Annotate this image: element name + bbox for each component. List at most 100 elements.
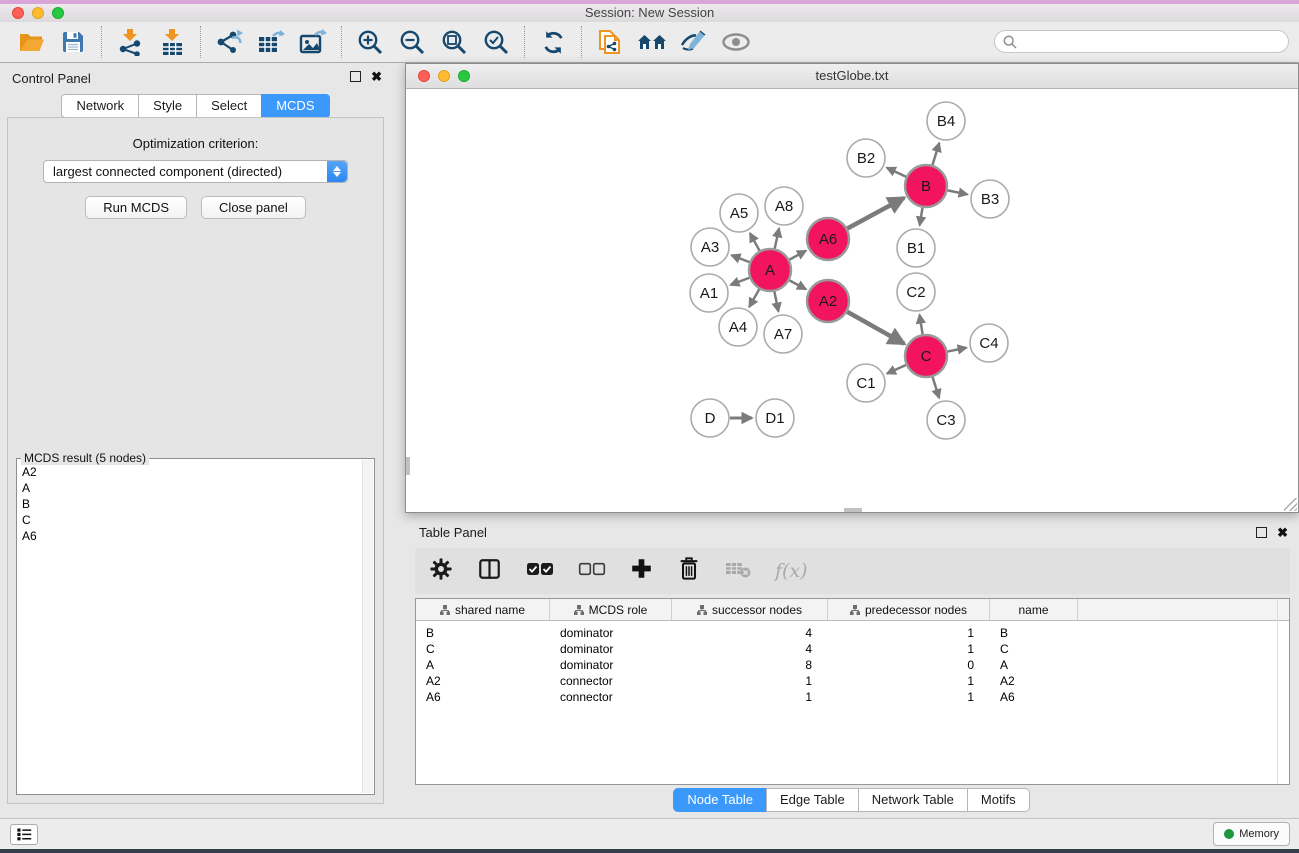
zoom-in-button[interactable]	[349, 25, 391, 59]
cell[interactable]: 0	[828, 658, 990, 672]
export-image-button[interactable]	[292, 25, 334, 59]
cell[interactable]: 1	[672, 690, 828, 704]
edge-C-C1[interactable]	[887, 365, 906, 374]
cell[interactable]: dominator	[550, 658, 672, 672]
insert-row-button[interactable]	[630, 557, 653, 585]
column-header-name[interactable]: name	[990, 599, 1078, 620]
network-window-titlebar[interactable]: testGlobe.txt	[406, 64, 1298, 89]
deselect-all-button[interactable]	[578, 562, 606, 581]
memory-button[interactable]: Memory	[1213, 822, 1290, 846]
node-B4[interactable]: B4	[927, 102, 965, 140]
node-A2[interactable]: A2	[807, 280, 849, 322]
table-row[interactable]: A6connector11A6	[416, 689, 1289, 705]
node-C3[interactable]: C3	[927, 401, 965, 439]
cell[interactable]: 1	[828, 642, 990, 656]
edge-A-A3[interactable]	[731, 255, 749, 262]
node-B3[interactable]: B3	[971, 180, 1009, 218]
mcds-result-item[interactable]: A6	[19, 528, 362, 544]
table-scrollbar[interactable]	[1277, 599, 1289, 784]
cell[interactable]: 8	[672, 658, 828, 672]
table-row[interactable]: Cdominator41C	[416, 641, 1289, 657]
window-resize-grip[interactable]	[1284, 498, 1297, 511]
network-graph[interactable]: B4B2BB3B1A5A8A6A3AA1C2A2A4A7C4CC1C3DD1	[406, 89, 1298, 512]
node-C4[interactable]: C4	[970, 324, 1008, 362]
cell[interactable]: B	[990, 626, 1078, 640]
table-row[interactable]: Bdominator41B	[416, 625, 1289, 641]
edge-B-B4[interactable]	[932, 143, 939, 165]
first-neighbors-button[interactable]	[631, 25, 673, 59]
mcds-result-scrollbar[interactable]	[362, 460, 373, 793]
function-builder-button[interactable]: f(x)	[775, 560, 808, 582]
column-header-MCDS-role[interactable]: MCDS role	[550, 599, 672, 620]
tab-edge-table[interactable]: Edge Table	[766, 788, 859, 812]
column-header-predecessor-nodes[interactable]: predecessor nodes	[828, 599, 990, 620]
run-mcds-button[interactable]: Run MCDS	[85, 196, 187, 219]
mcds-result-item[interactable]: C	[19, 512, 362, 528]
edge-A-A4[interactable]	[749, 289, 759, 307]
tab-motifs[interactable]: Motifs	[967, 788, 1030, 812]
edge-A-A6[interactable]	[789, 251, 806, 260]
node-D1[interactable]: D1	[756, 399, 794, 437]
zoom-out-button[interactable]	[391, 25, 433, 59]
cell[interactable]: 4	[672, 642, 828, 656]
node-A3[interactable]: A3	[691, 228, 729, 266]
edge-A2-C[interactable]	[847, 312, 904, 344]
node-A1[interactable]: A1	[690, 274, 728, 312]
cell[interactable]: A2	[416, 674, 550, 688]
node-D[interactable]: D	[691, 399, 729, 437]
edge-A-A1[interactable]	[731, 278, 750, 285]
cell[interactable]: A	[990, 658, 1078, 672]
cell[interactable]: 1	[672, 674, 828, 688]
tab-network-table[interactable]: Network Table	[858, 788, 968, 812]
table-row[interactable]: Adominator80A	[416, 657, 1289, 673]
tab-mcds[interactable]: MCDS	[261, 94, 329, 118]
delete-table-button[interactable]	[725, 560, 751, 583]
cell[interactable]: 1	[828, 626, 990, 640]
edge-C-C2[interactable]	[920, 315, 923, 335]
close-panel-icon[interactable]: ✖	[1277, 525, 1288, 540]
edge-A-A5[interactable]	[750, 233, 760, 250]
mcds-result-item[interactable]: A	[19, 480, 362, 496]
cell[interactable]: A2	[990, 674, 1078, 688]
hide-selected-button[interactable]	[673, 25, 715, 59]
mcds-result-item[interactable]: A2	[19, 464, 362, 480]
cell[interactable]: B	[416, 626, 550, 640]
export-table-button[interactable]	[250, 25, 292, 59]
open-file-button[interactable]	[10, 25, 52, 59]
edge-A-A8[interactable]	[775, 228, 779, 248]
node-B[interactable]: B	[905, 165, 947, 207]
tab-select[interactable]: Select	[196, 94, 262, 118]
float-panel-icon[interactable]	[1256, 527, 1267, 538]
table-settings-button[interactable]	[429, 557, 453, 586]
select-all-button[interactable]	[526, 562, 554, 581]
cell[interactable]: dominator	[550, 642, 672, 656]
cell[interactable]: 4	[672, 626, 828, 640]
cell[interactable]: A6	[416, 690, 550, 704]
cell[interactable]: connector	[550, 690, 672, 704]
vertical-scroll-thumb[interactable]	[406, 457, 410, 475]
cell[interactable]: dominator	[550, 626, 672, 640]
refresh-button[interactable]	[532, 25, 574, 59]
edge-B-B3[interactable]	[948, 190, 968, 194]
column-header-successor-nodes[interactable]: successor nodes	[672, 599, 828, 620]
close-panel-button[interactable]: Close panel	[201, 196, 306, 219]
edge-A-A7[interactable]	[774, 292, 778, 312]
float-panel-icon[interactable]	[350, 71, 361, 82]
cell[interactable]: connector	[550, 674, 672, 688]
export-network-button[interactable]	[208, 25, 250, 59]
edge-C-C3[interactable]	[933, 377, 940, 398]
tab-style[interactable]: Style	[138, 94, 197, 118]
import-table-button[interactable]	[151, 25, 193, 59]
node-A7[interactable]: A7	[764, 315, 802, 353]
cell[interactable]: C	[990, 642, 1078, 656]
tab-network[interactable]: Network	[61, 94, 139, 118]
node-B2[interactable]: B2	[847, 139, 885, 177]
close-panel-icon[interactable]: ✖	[371, 69, 382, 84]
mcds-result-item[interactable]: B	[19, 496, 362, 512]
node-C2[interactable]: C2	[897, 273, 935, 311]
node-A5[interactable]: A5	[720, 194, 758, 232]
mcds-result-list[interactable]: A2ABCA6	[19, 461, 362, 792]
tab-node-table[interactable]: Node Table	[673, 788, 767, 812]
delete-row-button[interactable]	[677, 556, 701, 586]
network-canvas[interactable]: B4B2BB3B1A5A8A6A3AA1C2A2A4A7C4CC1C3DD1	[406, 89, 1298, 512]
